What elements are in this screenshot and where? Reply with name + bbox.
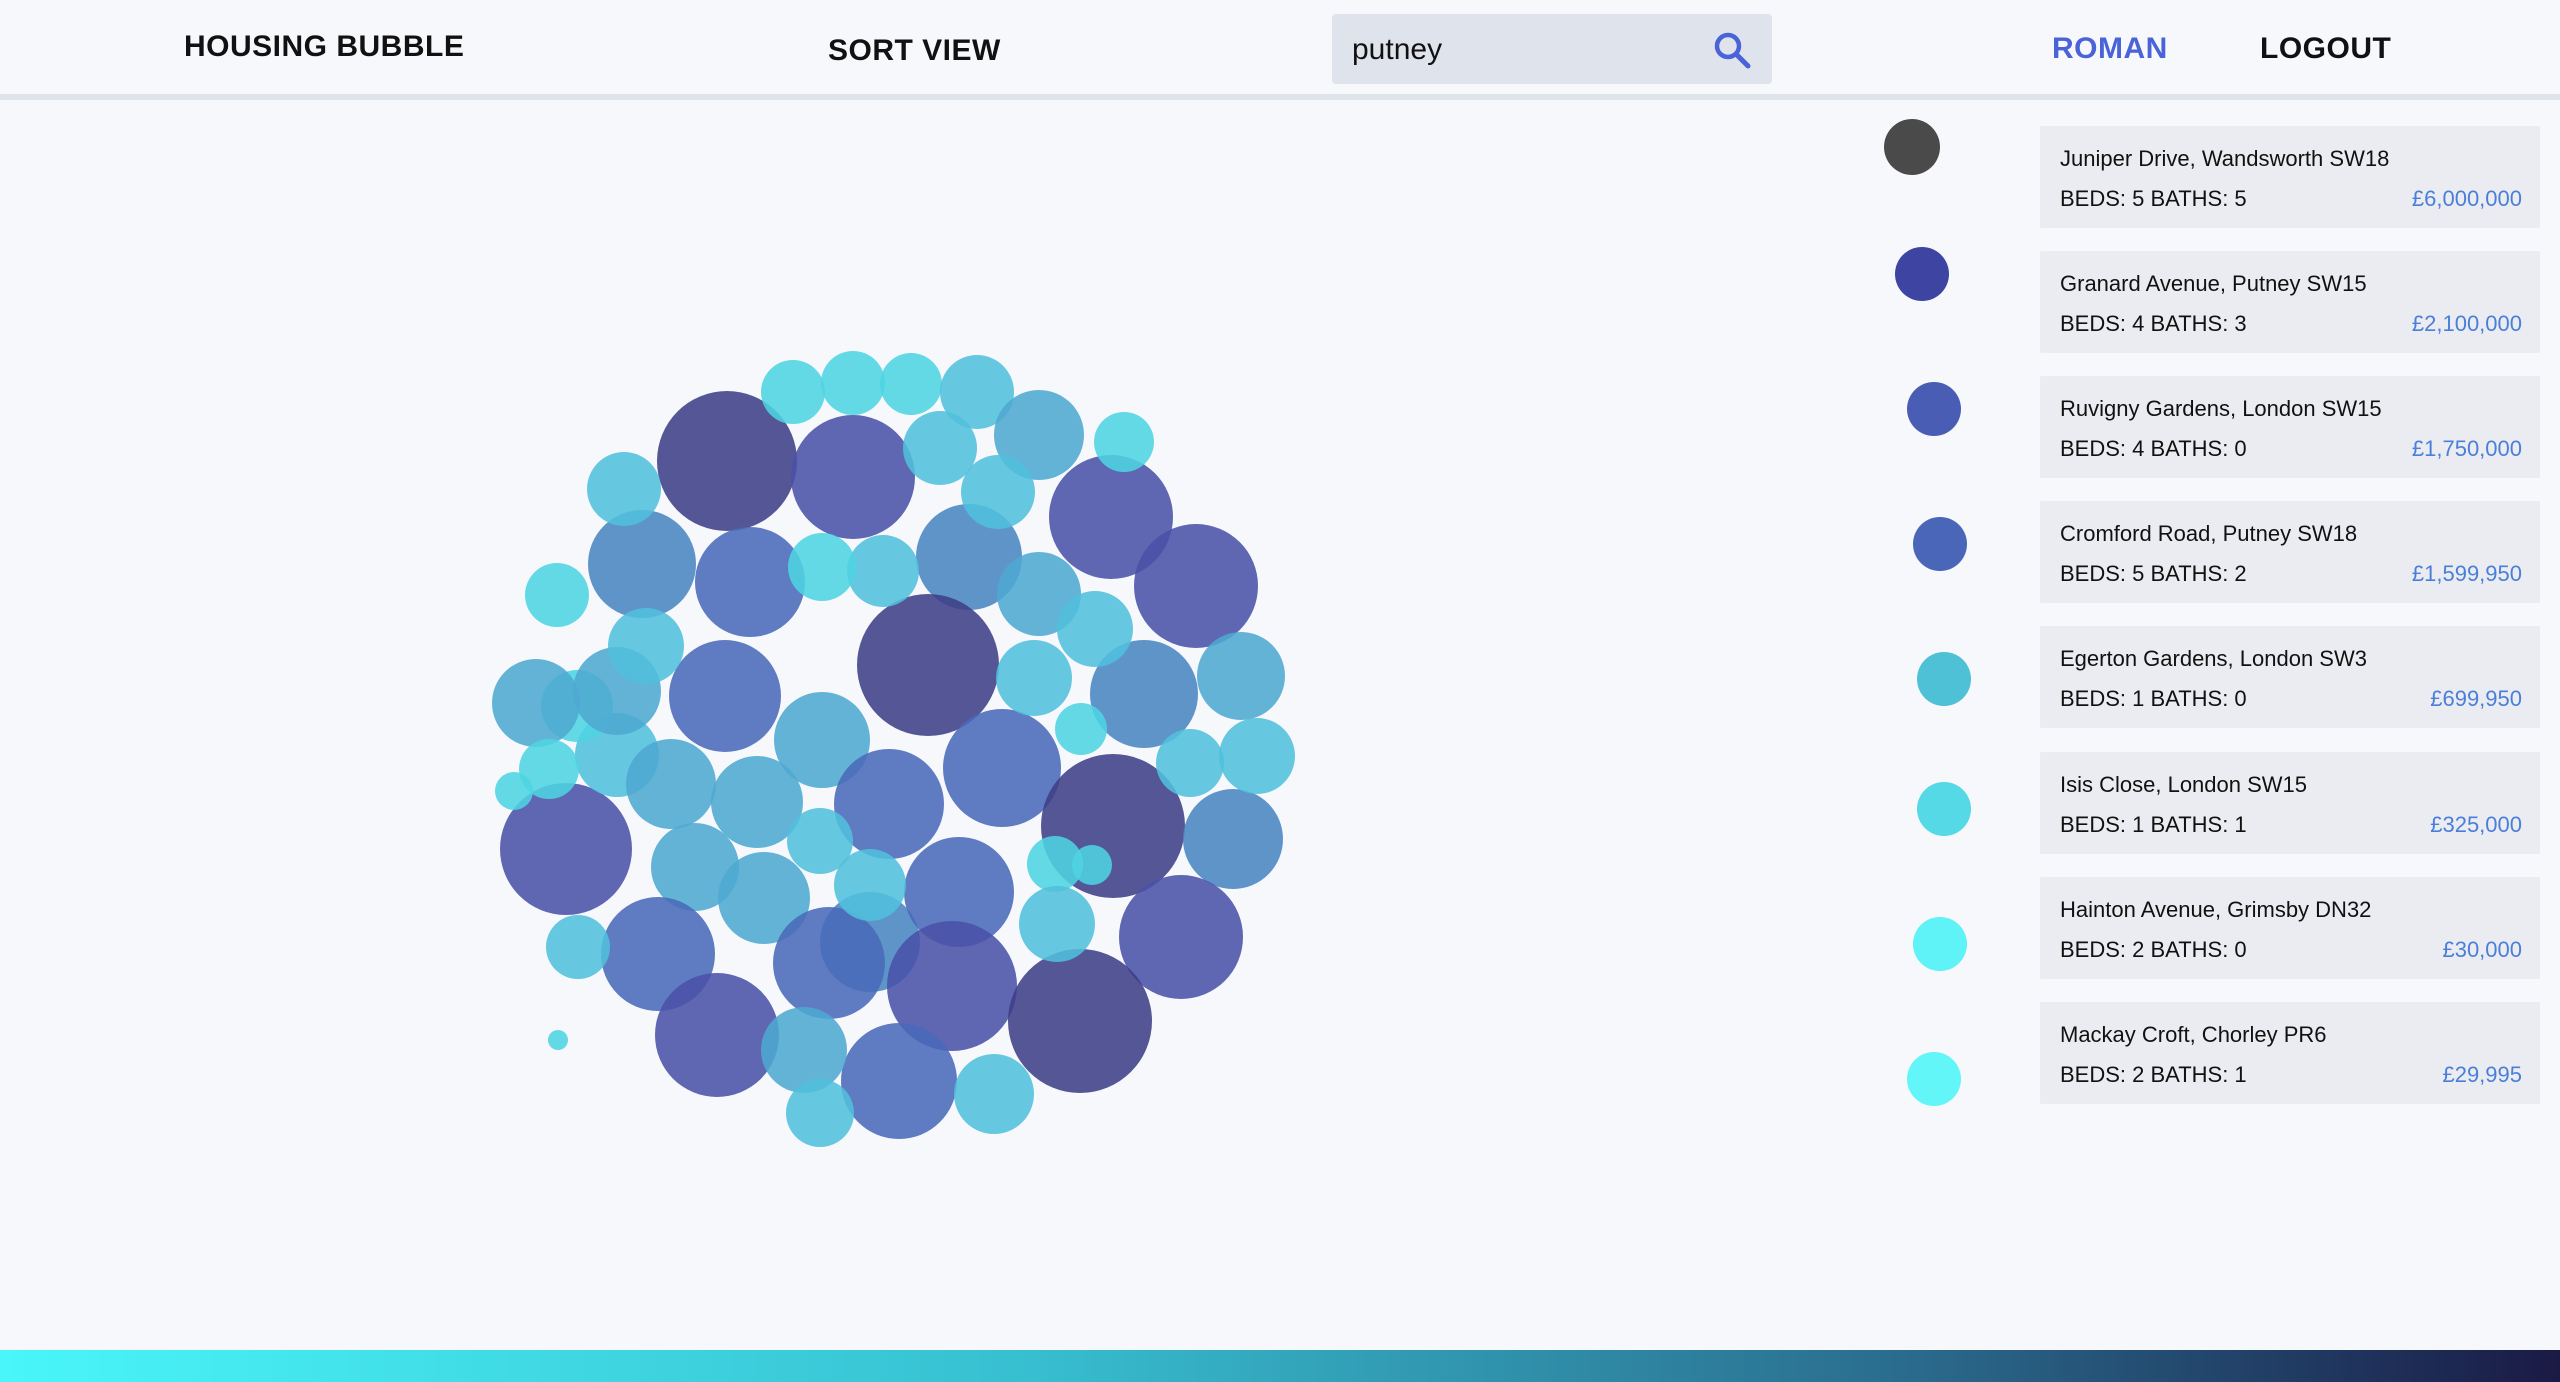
property-bubble[interactable]: [1008, 949, 1152, 1093]
listing-card[interactable]: Isis Close, London SW15 BEDS: 1 BATHS: 1 £…: [2040, 752, 2540, 854]
property-bubble[interactable]: [791, 415, 915, 539]
property-bubble[interactable]: [608, 608, 684, 684]
property-bubble[interactable]: [788, 533, 856, 601]
property-bubble[interactable]: [695, 527, 805, 637]
property-bubble[interactable]: [903, 411, 977, 485]
property-bubble[interactable]: [880, 353, 942, 415]
listing-address: Hainton Avenue, Grimsby DN32: [2060, 897, 2372, 922]
listing-color-dot: [1907, 1052, 1961, 1106]
property-bubble[interactable]: [1219, 718, 1295, 794]
listing-specs: BEDS: 2 BATHS: 1: [2060, 1062, 2247, 1087]
property-bubble[interactable]: [954, 1054, 1034, 1134]
listing-card[interactable]: Cromford Road, Putney SW18 BEDS: 5 BATHS:…: [2040, 501, 2540, 603]
listing-address: Mackay Croft, Chorley PR6: [2060, 1022, 2327, 1047]
property-bubble[interactable]: [1055, 703, 1107, 755]
listing-specs: BEDS: 4 BATHS: 3: [2060, 311, 2247, 336]
search-input[interactable]: [1350, 27, 1694, 73]
listing-color-dot: [1884, 119, 1940, 175]
property-bubble[interactable]: [587, 452, 661, 526]
listing-card[interactable]: Granard Avenue, Putney SW15 BEDS: 4 BATHS…: [2040, 251, 2540, 353]
listing-address: Cromford Road, Putney SW18: [2060, 521, 2358, 546]
listing-card[interactable]: Mackay Croft, Chorley PR6 BEDS: 2 BATHS: …: [2040, 1002, 2540, 1104]
listing-specs: BEDS: 2 BATHS: 0: [2060, 937, 2247, 962]
property-bubble[interactable]: [1197, 632, 1285, 720]
property-bubble[interactable]: [847, 535, 919, 607]
listing-card[interactable]: Ruvigny Gardens, London SW15 BEDS: 4 BATH…: [2040, 376, 2540, 478]
property-bubble[interactable]: [588, 510, 696, 618]
property-bubble[interactable]: [492, 659, 580, 747]
listing-address: Egerton Gardens, London SW3: [2060, 646, 2367, 671]
listing-specs: BEDS: 5 BATHS: 5: [2060, 186, 2247, 211]
listing-color-dot: [1913, 917, 1967, 971]
property-bubble[interactable]: [1094, 412, 1154, 472]
listing-address: Ruvigny Gardens, London SW15: [2060, 396, 2382, 421]
listing-address: Juniper Drive, Wandsworth SW18: [2060, 146, 2390, 171]
listing-card[interactable]: Egerton Gardens, London SW3 BEDS: 1 BATHS…: [2040, 626, 2540, 728]
property-bubble[interactable]: [1072, 845, 1112, 885]
bubble-cluster: [492, 351, 1295, 1147]
listing-specs: BEDS: 4 BATHS: 0: [2060, 436, 2247, 461]
listing-card[interactable]: Juniper Drive, Wandsworth SW18 BEDS: 5 BA…: [2040, 126, 2540, 228]
property-bubble[interactable]: [495, 772, 533, 810]
property-bubble[interactable]: [1183, 789, 1283, 889]
listing-specs: BEDS: 1 BATHS: 0: [2060, 686, 2247, 711]
property-bubble[interactable]: [1019, 886, 1095, 962]
listing-color-dot: [1917, 652, 1971, 706]
listing-specs: BEDS: 1 BATHS: 1: [2060, 812, 2247, 837]
listing-color-dot: [1917, 782, 1971, 836]
listing-address: Isis Close, London SW15: [2060, 772, 2308, 797]
listing-color-dot: [1907, 382, 1961, 436]
property-bubble[interactable]: [1057, 591, 1133, 667]
listing-color-dot: [1913, 517, 1967, 571]
listing-price: £1,599,950: [2411, 561, 2522, 586]
property-bubble[interactable]: [669, 640, 781, 752]
listing-price: £2,100,000: [2411, 311, 2522, 336]
sort-view-link[interactable]: SORT VIEW: [828, 34, 1001, 68]
brand-logo[interactable]: HOUSING BUBBLE: [184, 30, 464, 64]
listing-color-dot: [1895, 247, 1949, 301]
listing-address: Granard Avenue, Putney SW15: [2060, 271, 2367, 296]
property-bubble[interactable]: [1156, 729, 1224, 797]
listing-card[interactable]: Hainton Avenue, Grimsby DN32 BEDS: 2 BATH…: [2040, 877, 2540, 979]
listing-price: £325,000: [2430, 812, 2522, 837]
gradient-bar: [0, 1350, 2560, 1382]
property-bubble[interactable]: [761, 1007, 847, 1093]
property-bubble[interactable]: [841, 1023, 957, 1139]
listing-price: £699,950: [2430, 686, 2522, 711]
listing-specs: BEDS: 5 BATHS: 2: [2060, 561, 2247, 586]
property-bubble[interactable]: [548, 1030, 568, 1050]
property-bubble[interactable]: [821, 351, 885, 415]
listing-price: £30,000: [2442, 937, 2522, 962]
search-icon[interactable]: [1712, 30, 1752, 70]
navbar: HOUSING BUBBLE SORT VIEW ROMAN LOGOUT: [0, 0, 2560, 100]
property-bubble[interactable]: [834, 849, 906, 921]
search-box: [1332, 14, 1772, 84]
property-bubble[interactable]: [761, 360, 825, 424]
listing-price: £6,000,000: [2411, 186, 2522, 211]
property-bubble[interactable]: [773, 907, 885, 1019]
property-bubble[interactable]: [655, 973, 779, 1097]
logout-link[interactable]: LOGOUT: [2260, 32, 2391, 66]
listing-price: £29,995: [2442, 1062, 2522, 1087]
property-bubble[interactable]: [1134, 524, 1258, 648]
user-link[interactable]: ROMAN: [2052, 32, 2168, 66]
property-bubble[interactable]: [626, 739, 716, 829]
property-bubble[interactable]: [525, 563, 589, 627]
listing-price: £1,750,000: [2411, 436, 2522, 461]
property-bubble[interactable]: [546, 915, 610, 979]
property-bubble[interactable]: [786, 1079, 854, 1147]
property-bubble[interactable]: [996, 640, 1072, 716]
